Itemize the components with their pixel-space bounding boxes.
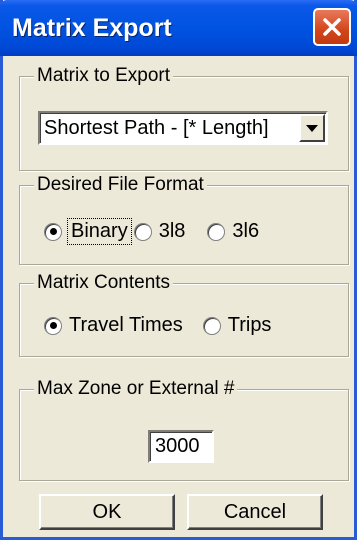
cancel-button[interactable]: Cancel	[187, 494, 323, 530]
matrix-contents-label: Matrix Contents	[34, 270, 174, 296]
matrix-to-export-group: Matrix to Export Shortest Path - [* Leng…	[19, 63, 349, 171]
title-bar[interactable]: Matrix Export	[0, 0, 357, 56]
file-format-label: Desired File Format	[34, 172, 207, 198]
radio-selected-dot	[49, 228, 57, 235]
contents-option-trips[interactable]: Trips	[202, 314, 272, 337]
radio-button-3l8[interactable]	[133, 222, 152, 241]
max-zone-group: Max Zone or External #	[19, 376, 349, 481]
dialog-title: Matrix Export	[12, 13, 172, 42]
matrix-to-export-label: Matrix to Export	[34, 63, 174, 89]
format-option-label: Binary	[67, 218, 132, 245]
ok-button[interactable]: OK	[39, 494, 175, 530]
radio-button-binary[interactable]	[44, 222, 62, 241]
matrix-contents-options: Travel Times Trips	[44, 314, 271, 337]
radio-button-3l6[interactable]	[207, 222, 226, 241]
contents-option-label: Trips	[227, 314, 272, 336]
format-option-3l6[interactable]: 3l6	[207, 220, 259, 243]
format-option-label: 3l6	[232, 220, 260, 242]
matrix-select-dropdown-button[interactable]	[299, 114, 325, 142]
matrix-select-value: Shortest Path - [* Length]	[44, 116, 269, 139]
chevron-down-icon	[306, 125, 318, 132]
max-zone-input[interactable]	[148, 430, 214, 463]
contents-option-label: Travel Times	[69, 314, 183, 336]
matrix-export-dialog: Matrix Export Matrix to Export Shortest …	[0, 0, 357, 540]
radio-button-trips[interactable]	[202, 316, 221, 335]
close-button[interactable]	[313, 8, 351, 46]
file-format-group: Desired File Format Binary 3l8 3l6	[19, 172, 349, 265]
contents-option-travel-times[interactable]: Travel Times	[44, 314, 183, 337]
format-option-label: 3l8	[158, 220, 186, 242]
max-zone-label: Max Zone or External #	[34, 376, 238, 402]
radio-selected-dot	[49, 322, 57, 329]
radio-button-travel-times[interactable]	[44, 316, 62, 335]
format-option-binary[interactable]: Binary	[44, 218, 132, 245]
format-option-3l8[interactable]: 3l8	[133, 220, 186, 243]
matrix-select[interactable]: Shortest Path - [* Length]	[38, 111, 328, 145]
close-icon	[323, 18, 341, 36]
file-format-options: Binary 3l8 3l6	[44, 218, 259, 245]
matrix-contents-group: Matrix Contents Travel Times Trips	[19, 270, 349, 357]
